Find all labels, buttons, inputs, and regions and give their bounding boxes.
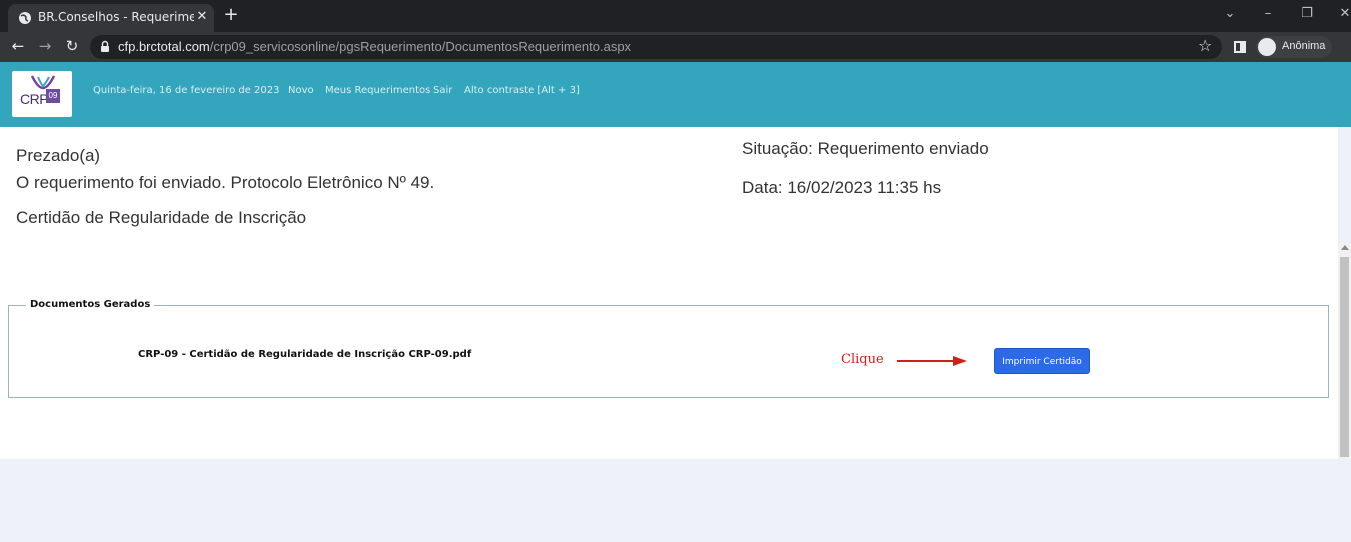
document-type-title: Certidão de Regularidade de Inscrição xyxy=(16,208,307,227)
scroll-up-arrow-icon[interactable] xyxy=(1341,245,1349,250)
tab-close-icon[interactable]: ✕ xyxy=(194,8,210,26)
url-domain: cfp.brctotal.com xyxy=(118,39,210,54)
logo-badge: 09 xyxy=(46,89,60,103)
incognito-profile-button[interactable]: Anônima xyxy=(1256,36,1332,58)
back-arrow-icon[interactable]: ← xyxy=(8,36,28,56)
restore-button[interactable]: ❐ xyxy=(1295,4,1319,24)
submission-date: Data: 16/02/2023 11:35 hs xyxy=(742,178,942,197)
nav-novo[interactable]: Novo xyxy=(288,85,314,96)
reload-icon[interactable]: ↻ xyxy=(62,36,82,56)
nav-sair[interactable]: Sair xyxy=(433,85,452,96)
header-date: Quinta-feira, 16 de fevereiro de 2023 xyxy=(93,85,280,96)
new-tab-button[interactable]: + xyxy=(222,5,240,25)
tab-title: BR.Conselhos - Requerimentos O xyxy=(38,10,194,24)
tab-search-icon[interactable]: ⌄ xyxy=(1218,4,1242,24)
forward-arrow-icon[interactable]: → xyxy=(35,36,55,56)
profile-label: Anônima xyxy=(1282,40,1326,52)
crp-logo[interactable]: CRP 09 xyxy=(12,71,72,117)
address-bar[interactable]: cfp.brctotal.com/crp09_servicosonline/pg… xyxy=(90,35,1222,59)
incognito-icon xyxy=(1258,38,1276,56)
bird-logo-icon xyxy=(30,75,56,90)
document-file-name: CRP-09 - Certidão de Regularidade de Ins… xyxy=(138,349,472,360)
url-text: cfp.brctotal.com/crp09_servicosonline/pg… xyxy=(118,39,631,54)
generated-documents-panel: Documentos Gerados CRP-09 - Certidão de … xyxy=(8,299,1329,398)
browser-toolbar: ← → ↻ cfp.brctotal.com/crp09_servicosonl… xyxy=(0,32,1351,62)
greeting-text: Prezado(a) xyxy=(16,146,101,165)
browser-tab[interactable]: BR.Conselhos - Requerimentos O ✕ xyxy=(8,4,214,32)
kebab-menu-icon[interactable]: ⋮ xyxy=(1344,36,1351,55)
bookmark-star-icon[interactable]: ☆ xyxy=(1198,36,1212,55)
globe-icon xyxy=(19,12,31,24)
logo-text: CRP xyxy=(20,91,49,107)
page-scrollbar[interactable] xyxy=(1338,243,1351,459)
panel-legend: Documentos Gerados xyxy=(26,299,155,310)
lock-icon xyxy=(101,40,109,52)
minimize-button[interactable]: – xyxy=(1256,4,1280,24)
click-annotation: Clique xyxy=(841,352,884,367)
status-text: Situação: Requerimento enviado xyxy=(742,139,989,158)
confirmation-message: O requerimento foi enviado. Protocolo El… xyxy=(16,173,435,192)
red-arrow-icon xyxy=(897,356,967,366)
side-panel-icon[interactable] xyxy=(1234,41,1246,53)
page-content: Prezado(a) O requerimento foi enviado. P… xyxy=(0,127,1338,459)
browser-tab-bar: BR.Conselhos - Requerimentos O ✕ + ⌄ – ❐… xyxy=(0,0,1351,32)
site-header: CRP 09 Quinta-feira, 16 de fevereiro de … xyxy=(0,62,1351,127)
close-window-button[interactable]: ✕ xyxy=(1333,4,1351,24)
print-certificate-button[interactable]: Imprimir Certidão xyxy=(994,348,1090,374)
scroll-thumb[interactable] xyxy=(1340,257,1349,457)
nav-alto-contraste[interactable]: Alto contraste [Alt + 3] xyxy=(464,85,580,96)
url-path: /crp09_servicosonline/pgsRequerimento/Do… xyxy=(209,39,632,54)
nav-meus-requerimentos[interactable]: Meus Requerimentos xyxy=(325,85,430,96)
